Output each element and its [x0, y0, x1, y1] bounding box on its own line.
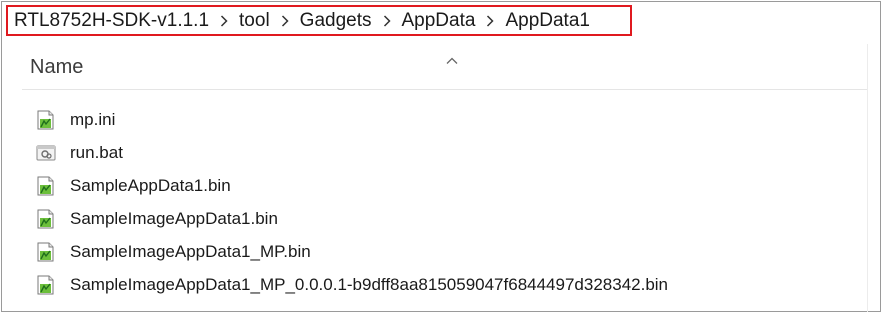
chevron-right-icon [372, 12, 402, 29]
breadcrumb-item-sdk[interactable]: RTL8752H-SDK-v1.1.1 [14, 10, 209, 32]
chevron-right-icon [209, 12, 239, 29]
config-file-icon [36, 110, 56, 130]
file-row-run-bat[interactable]: run.bat [36, 139, 123, 167]
breadcrumb-item-appdata[interactable]: AppData [402, 10, 476, 32]
chevron-right-icon [270, 12, 300, 29]
file-row-sampleappdata1-bin[interactable]: SampleAppData1.bin [36, 172, 231, 200]
file-name: mp.ini [70, 110, 116, 129]
config-file-icon [36, 275, 56, 295]
file-name: SampleImageAppData1_MP_0.0.0.1-b9dff8aa8… [70, 275, 669, 294]
column-header-label: Name [30, 56, 84, 78]
column-header-name[interactable]: Name [22, 44, 867, 90]
breadcrumb: RTL8752H-SDK-v1.1.1 tool Gadgets AppData… [6, 5, 632, 36]
file-name: SampleImageAppData1.bin [70, 209, 278, 228]
file-row-sampleimageappdata1-mp-versioned-bin[interactable]: SampleImageAppData1_MP_0.0.0.1-b9dff8aa8… [36, 271, 668, 299]
chevron-right-icon [475, 12, 505, 29]
config-file-icon [36, 176, 56, 196]
batch-file-icon [36, 143, 56, 163]
chevron-up-icon [446, 52, 458, 70]
file-name: SampleImageAppData1_MP.bin [70, 242, 311, 261]
file-name: SampleAppData1.bin [70, 176, 231, 195]
file-row-mp-ini[interactable]: mp.ini [36, 106, 115, 134]
file-name: run.bat [70, 143, 123, 162]
file-row-sampleimageappdata1-mp-bin[interactable]: SampleImageAppData1_MP.bin [36, 238, 311, 266]
breadcrumb-item-gadgets[interactable]: Gadgets [300, 10, 372, 32]
breadcrumb-item-appdata1[interactable]: AppData1 [505, 10, 590, 32]
config-file-icon [36, 209, 56, 229]
explorer-window: RTL8752H-SDK-v1.1.1 tool Gadgets AppData… [1, 1, 881, 312]
breadcrumb-item-tool[interactable]: tool [239, 10, 270, 32]
config-file-icon [36, 242, 56, 262]
file-row-sampleimageappdata1-bin[interactable]: SampleImageAppData1.bin [36, 205, 278, 233]
scrollbar-track[interactable] [867, 44, 868, 312]
